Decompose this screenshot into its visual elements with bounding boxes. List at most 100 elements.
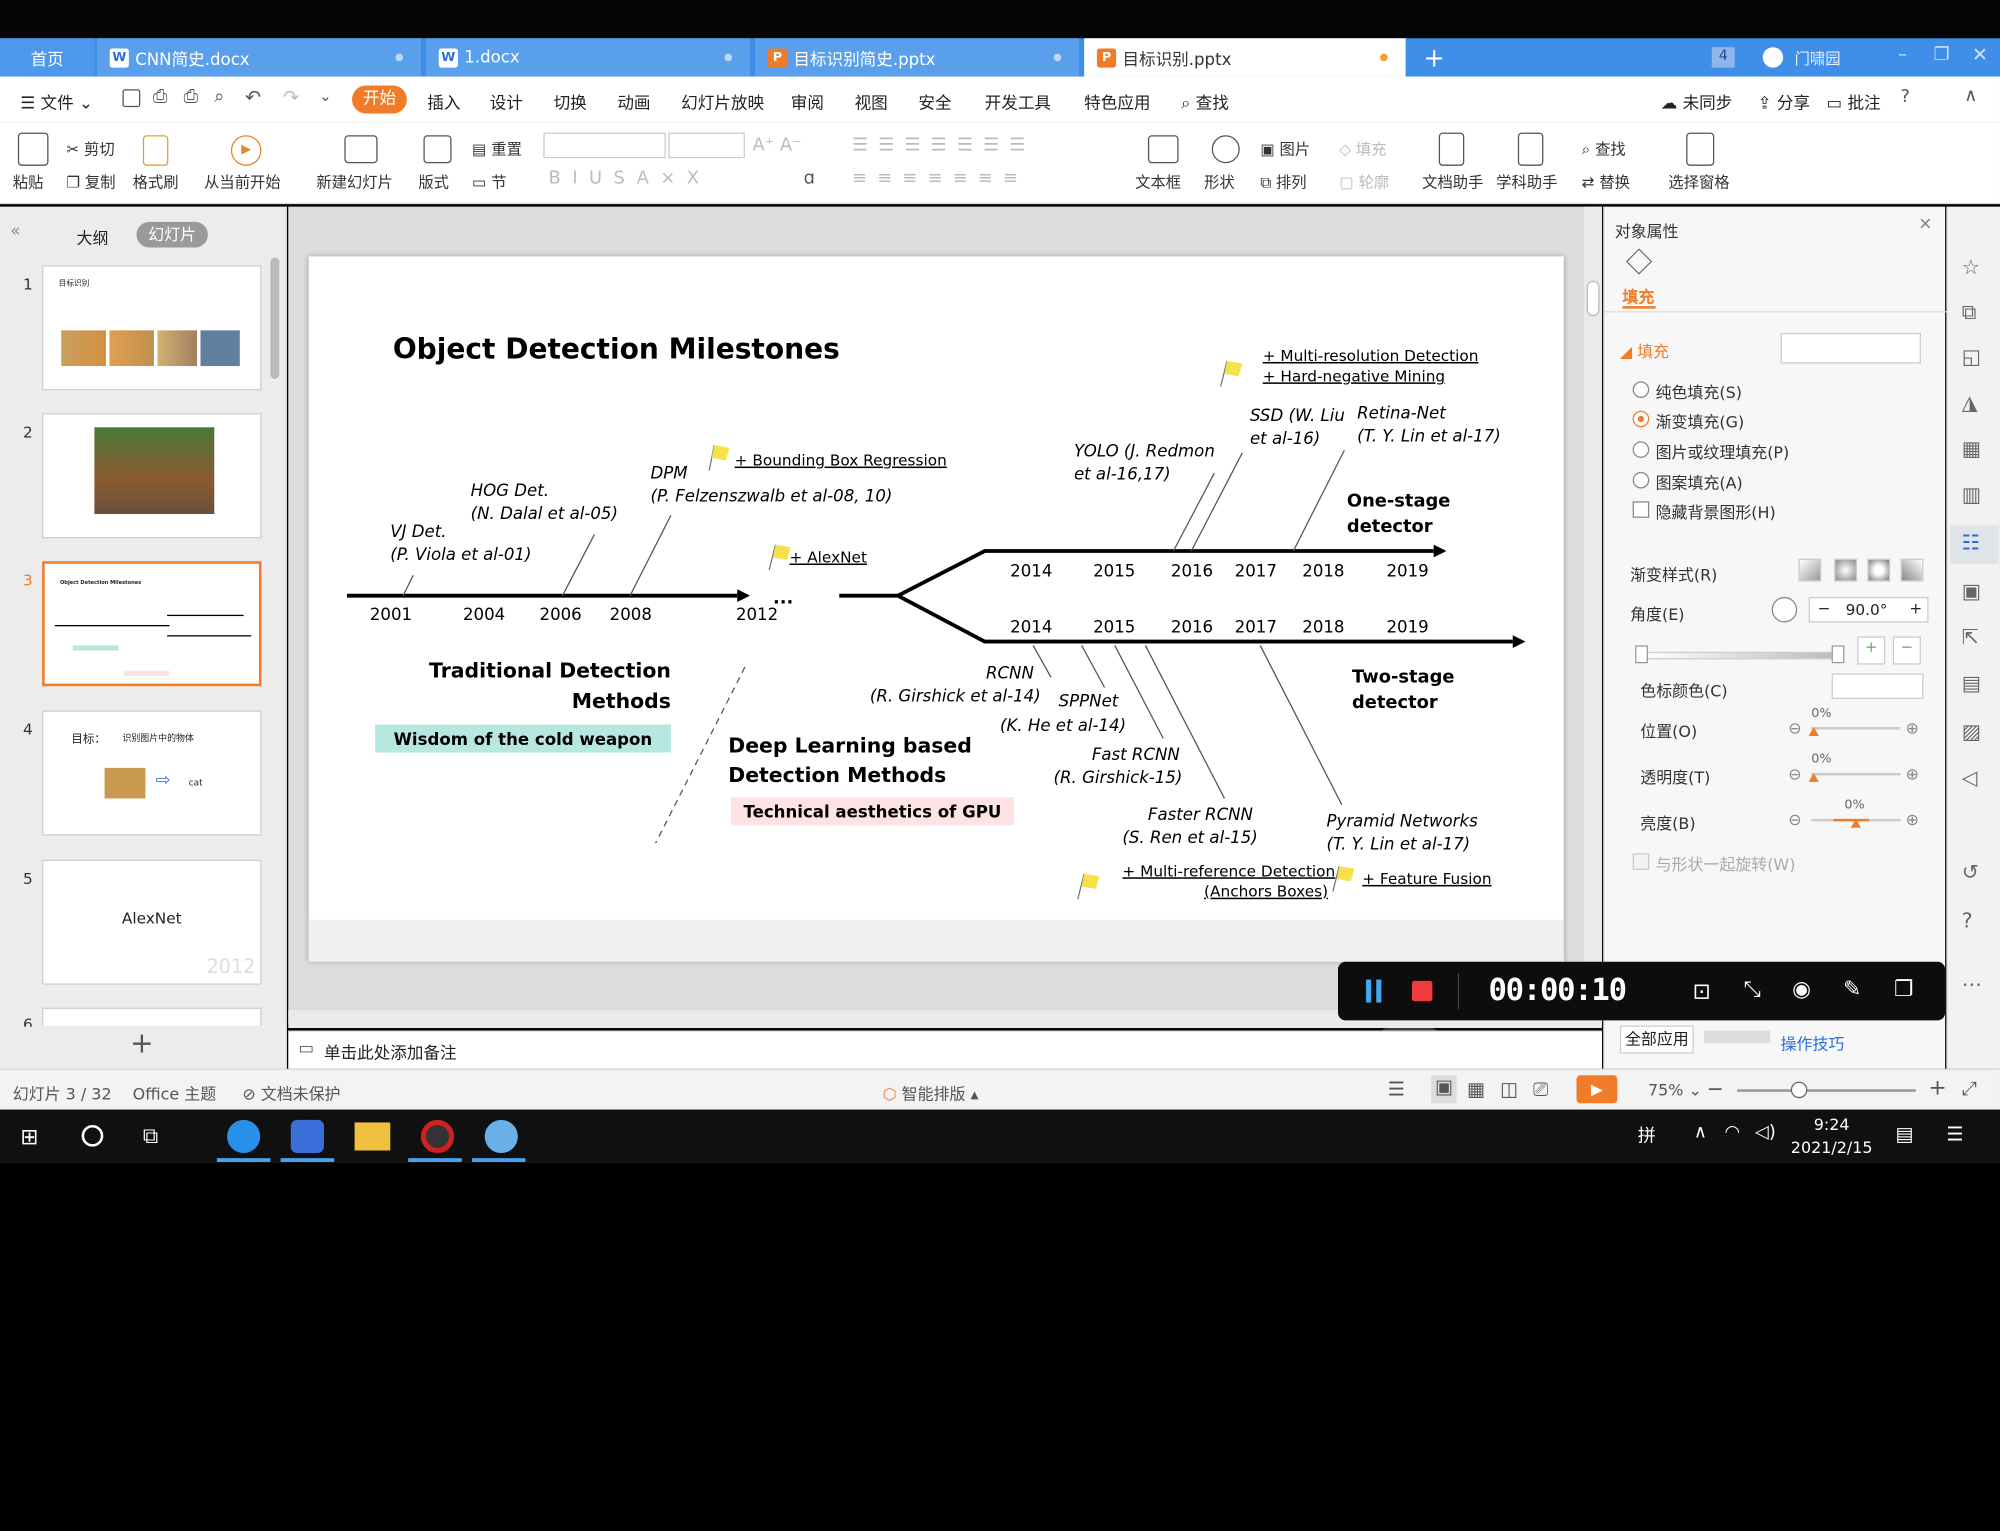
notification-icon[interactable]: ☰ [1946,1122,1963,1145]
replace-button[interactable]: ⇄ 替换 [1582,171,1630,193]
radio-pattern[interactable] [1632,471,1650,489]
menu-home[interactable]: 开始 [352,85,407,114]
reset-button-blurred[interactable] [1704,1030,1771,1044]
chart-icon[interactable]: ▥ [1962,482,1981,506]
shape-icon[interactable] [1211,135,1240,164]
arrange-button[interactable]: ⧉ 排列 [1260,171,1306,193]
radio-picture[interactable] [1632,441,1650,458]
gradient-rect-icon[interactable] [1867,558,1891,582]
layout-icon[interactable] [423,135,452,164]
sorter-view-icon[interactable]: ▦ [1467,1078,1485,1101]
paragraph-list-icons[interactable]: ☰☰☰☰☰☰☰ [852,135,1035,155]
gradient-bar[interactable] [1640,651,1837,660]
transparency-slider[interactable] [1811,772,1901,776]
zoom-out-icon[interactable]: − [1707,1077,1724,1101]
delete-stop-icon[interactable]: − [1892,636,1921,665]
avatar[interactable] [1762,47,1784,68]
brightness-plus-icon[interactable]: ⊕ [1906,810,1919,829]
gallery-icon[interactable]: ▣ [1962,579,1981,603]
select-pane-icon[interactable] [1686,132,1715,166]
font-size-select[interactable] [668,132,745,159]
shape-button[interactable]: 形状 [1204,171,1235,193]
play-icon[interactable]: ▶ [230,135,262,166]
zoom-level[interactable]: 75% ⌄ [1648,1080,1702,1099]
wifi-icon[interactable]: ◠ [1724,1122,1740,1142]
browser-app-icon[interactable] [227,1119,261,1154]
font-name-select[interactable] [543,132,666,159]
slide-thumb-6[interactable] [42,1007,262,1026]
transparency-plus-icon[interactable]: ⊕ [1906,764,1919,783]
menu-search[interactable]: ⌕ 查找 [1181,89,1229,113]
sync-status[interactable]: ☁ 未同步 [1661,89,1733,113]
position-plus-icon[interactable]: ⊕ [1906,718,1919,737]
find-button[interactable]: ⌕ 查找 [1582,138,1626,160]
copy-button[interactable]: ❐ 复制 [66,171,115,193]
tab-cnn-docx[interactable]: W CNN简史.docx [96,38,421,77]
add-stop-icon[interactable]: + [1857,636,1886,665]
media-icon[interactable]: ◁ [1962,765,1978,789]
tab-slides[interactable]: 幻灯片 [136,221,208,248]
decrement-icon[interactable]: − [1818,599,1831,617]
pen-icon[interactable]: ✎ [1843,977,1861,1003]
increment-icon[interactable]: + [1909,599,1922,617]
menu-slideshow[interactable]: 幻灯片放映 [681,89,764,113]
menu-developer[interactable]: 开发工具 [985,89,1051,113]
menu-file[interactable]: ☰ 文件 ⌄ [20,89,93,113]
history-icon[interactable]: ↺ [1962,860,1979,884]
panel-header[interactable]: 对象属性 [1615,218,1679,242]
menu-transition[interactable]: 切换 [554,89,587,113]
copy-layout-icon[interactable]: ⧉ [1962,300,1977,326]
tips-link[interactable]: 操作技巧 [1781,1031,1845,1055]
stop-color-select[interactable] [1831,673,1924,699]
brightness-slider-thumb[interactable] [1850,818,1861,828]
normal-view-icon[interactable]: ▣ [1431,1075,1457,1104]
font-format-icons[interactable]: BIUSA×X [548,168,710,188]
slide-3[interactable]: Object Detection Milestones ... 2001 200… [308,256,1564,962]
help-circle-icon[interactable]: ? [1962,908,1973,932]
radio-gradient[interactable] [1632,410,1650,428]
tray-expand-icon[interactable]: ∧ [1694,1122,1707,1142]
file-explorer-icon[interactable] [354,1122,391,1151]
option-picture[interactable]: 图片或纹理填充(P) [1656,439,1790,463]
customize-icon[interactable]: ⌄ [319,87,332,105]
smart-layout-button[interactable]: ⬡ 智能排版 ▴ [883,1080,979,1104]
export-icon[interactable]: ⇱ [1962,625,1979,649]
slide-thumb-1[interactable]: 目标识别 [42,265,262,391]
doc-assist-icon[interactable] [1438,132,1465,166]
hide-bg-label[interactable]: 隐藏背景图形(H) [1656,499,1776,523]
cut-button[interactable]: ✂ 剪切 [66,138,114,160]
fullscreen-icon[interactable]: ⤡ [1744,977,1761,1003]
comment-button[interactable]: ▭ 批注 [1827,89,1881,113]
format-brush-icon[interactable] [142,135,169,166]
stop-icon[interactable] [1411,980,1433,1002]
angle-spinner[interactable]: − 90.0° + [1808,596,1929,623]
play-slideshow-icon[interactable]: ▶ [1576,1075,1618,1104]
format-brush-button[interactable]: 格式刷 [133,171,179,193]
gradient-linear-icon[interactable] [1798,558,1822,582]
screenshot-region-icon[interactable]: ⊡ [1693,980,1711,1006]
grid-icon[interactable]: ▦ [1962,436,1981,460]
vertical-scrollbar[interactable] [1584,206,1603,1013]
archive-icon[interactable]: ▤ [1962,671,1981,695]
slide-thumb-5[interactable]: AlexNet 2012 [42,859,262,985]
export-icon[interactable]: ⎙ [153,87,167,107]
protect-status[interactable]: ⊘ 文档未保护 [242,1080,340,1104]
reading-view-icon[interactable]: ◫ [1500,1078,1518,1101]
tab-1-docx[interactable]: W 1.docx [426,38,750,77]
angle-dial-icon[interactable] [1771,596,1798,623]
zoom-in-icon[interactable]: + [1929,1075,1947,1101]
notes-input[interactable]: 单击此处添加备注 [324,1040,457,1064]
fill-preset-select[interactable] [1780,332,1921,364]
save-icon[interactable] [122,89,141,108]
vertical-scroll-thumb[interactable] [1586,280,1600,317]
collapse-ribbon-icon[interactable]: ∧ [1964,85,1977,105]
close-panel-icon[interactable]: ✕ [1918,216,1932,235]
paste-button[interactable]: 粘贴 [13,171,44,193]
doc-assist-button[interactable]: 文档助手 [1422,171,1483,193]
image-icon[interactable]: ▨ [1962,719,1981,743]
presenter-view-icon[interactable]: ⎚ [1533,1078,1548,1101]
hide-bg-checkbox[interactable] [1632,501,1650,518]
from-current-button[interactable]: 从当前开始 [204,171,281,193]
gradient-stop-left[interactable] [1635,645,1648,664]
gradient-stop-right[interactable] [1831,645,1845,664]
